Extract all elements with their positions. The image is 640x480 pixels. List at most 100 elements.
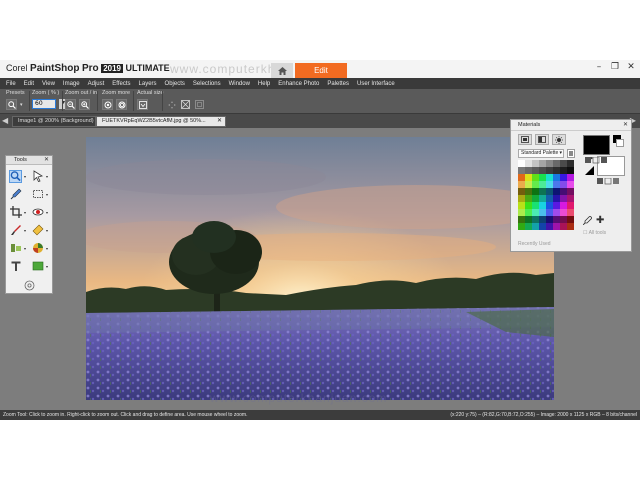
add-color-icon[interactable]: ✚ (596, 215, 604, 226)
materials-header[interactable]: Materials ✕ (511, 120, 631, 131)
menu-adjust[interactable]: Adjust (88, 81, 105, 87)
actual-size-button[interactable] (137, 99, 148, 110)
eraser-tool[interactable]: ▾ (31, 223, 51, 237)
zoom-percent-input[interactable]: 60 (32, 99, 56, 109)
color-swatch[interactable] (560, 216, 567, 223)
color-swatch[interactable] (539, 202, 546, 209)
color-swatch[interactable] (546, 181, 553, 188)
color-swatch[interactable] (518, 209, 525, 216)
color-swatch[interactable] (553, 195, 560, 202)
color-swatch[interactable] (518, 195, 525, 202)
color-swatch[interactable] (525, 216, 532, 223)
color-swatch[interactable] (539, 216, 546, 223)
color-swatch[interactable] (560, 167, 567, 174)
menu-edit[interactable]: Edit (24, 81, 34, 87)
color-swatch[interactable] (525, 223, 532, 230)
color-swatch[interactable] (553, 216, 560, 223)
palette-options-icon[interactable] (567, 149, 575, 158)
color-swatch[interactable] (553, 174, 560, 181)
color-swatch[interactable] (518, 202, 525, 209)
fit-window-icon[interactable] (181, 100, 190, 109)
minimize-button[interactable]: – (594, 62, 604, 72)
zoom-more-in-button[interactable] (116, 99, 127, 110)
color-swatch[interactable] (539, 160, 546, 167)
lavender-field-photo[interactable] (86, 137, 554, 400)
foreground-color-swatch[interactable] (583, 135, 610, 155)
color-swatch[interactable] (553, 181, 560, 188)
color-swatch[interactable] (553, 167, 560, 174)
color-swatch[interactable] (525, 160, 532, 167)
menu-objects[interactable]: Objects (165, 81, 185, 87)
presets-button[interactable] (6, 99, 17, 110)
color-swatch[interactable] (532, 223, 539, 230)
zoom-tool[interactable]: ▾ (9, 169, 29, 183)
presets-dropdown-icon[interactable]: ▾ (20, 102, 23, 108)
color-swatch[interactable] (567, 174, 574, 181)
color-swatch[interactable] (546, 188, 553, 195)
clone-brush-tool[interactable]: ▾ (9, 241, 29, 255)
close-button[interactable]: ✕ (626, 62, 636, 72)
menu-help[interactable]: Help (258, 81, 270, 87)
selection-tool[interactable]: ▾ (31, 187, 51, 201)
color-swatch[interactable] (553, 160, 560, 167)
zoom-out-button[interactable] (65, 99, 76, 110)
color-swatch[interactable] (567, 223, 574, 230)
color-swatch[interactable] (567, 167, 574, 174)
tools-palette-header[interactable]: Tools ✕ (6, 156, 52, 165)
menu-view[interactable]: View (42, 81, 55, 87)
zoom-more-out-button[interactable] (102, 99, 113, 110)
color-swatch[interactable] (567, 216, 574, 223)
menu-image[interactable]: Image (63, 81, 80, 87)
color-swatch[interactable] (532, 216, 539, 223)
color-swatch[interactable] (567, 209, 574, 216)
color-swatch[interactable] (560, 181, 567, 188)
color-swatch[interactable] (560, 202, 567, 209)
fill-tool[interactable]: ▾ (31, 241, 51, 255)
color-swatch[interactable] (560, 209, 567, 216)
color-swatch[interactable] (525, 174, 532, 181)
menu-selections[interactable]: Selections (193, 81, 221, 87)
rainbow-tab[interactable] (535, 134, 549, 145)
color-swatch[interactable] (553, 223, 560, 230)
color-swatch[interactable] (539, 195, 546, 202)
color-swatch[interactable] (532, 202, 539, 209)
dropper-tool[interactable] (9, 187, 29, 201)
menu-window[interactable]: Window (229, 81, 250, 87)
pick-tool[interactable]: ▾ (31, 169, 51, 183)
color-swatch[interactable] (525, 181, 532, 188)
color-swatch[interactable] (518, 181, 525, 188)
color-swatch[interactable] (546, 216, 553, 223)
color-swatch[interactable] (553, 209, 560, 216)
menu-user-interface[interactable]: User Interface (357, 81, 395, 87)
color-swatch[interactable] (560, 195, 567, 202)
fg-texture-icons[interactable] (585, 157, 609, 164)
color-swatch[interactable] (532, 167, 539, 174)
color-swatch[interactable] (532, 195, 539, 202)
palette-select[interactable]: Standard Palette ▾ (518, 149, 564, 158)
menu-palettes[interactable]: Palettes (327, 81, 349, 87)
all-tools-checkbox[interactable]: ☐ All tools (583, 230, 606, 236)
mini-background-swatch[interactable] (616, 139, 624, 147)
red-eye-tool[interactable]: ▾ (31, 205, 51, 219)
color-swatch[interactable] (525, 188, 532, 195)
color-swatch[interactable] (532, 188, 539, 195)
text-tool[interactable] (9, 259, 29, 273)
color-swatch[interactable] (518, 216, 525, 223)
color-swatch[interactable] (546, 167, 553, 174)
color-swatch[interactable] (539, 188, 546, 195)
color-swatch[interactable] (560, 160, 567, 167)
paint-brush-tool[interactable]: ▾ (9, 223, 29, 237)
shape-tool[interactable]: ▾ (31, 259, 51, 273)
bg-texture-icons[interactable] (597, 178, 625, 185)
zoom-in-button[interactable] (79, 99, 90, 110)
more-tools-icon[interactable] (24, 280, 35, 291)
color-swatch[interactable] (560, 223, 567, 230)
color-swatch[interactable] (525, 202, 532, 209)
color-swatch[interactable] (518, 174, 525, 181)
eyedropper-icon[interactable] (583, 216, 592, 225)
doc-tab-close-icon[interactable]: ✕ (217, 117, 222, 126)
color-swatch-grid[interactable] (518, 160, 574, 230)
color-swatch[interactable] (525, 195, 532, 202)
menu-layers[interactable]: Layers (139, 81, 157, 87)
doc-tab-photo[interactable]: FUETKVRpEqWZ2B5vtcAfM.jpg @ 50%... ✕ (96, 116, 226, 127)
